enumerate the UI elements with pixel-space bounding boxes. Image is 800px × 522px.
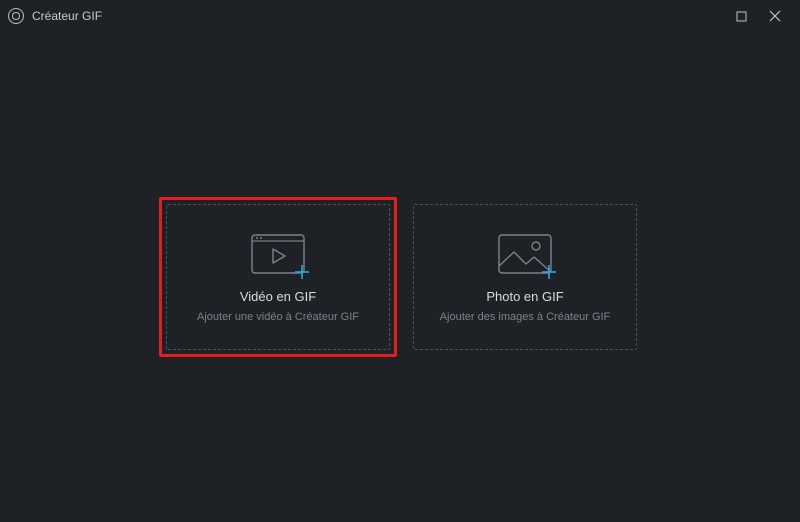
maximize-icon: [736, 11, 747, 22]
plus-icon: [540, 263, 558, 281]
video-card-title: Vidéo en GIF: [240, 289, 316, 304]
video-to-gif-card[interactable]: Vidéo en GIF Ajouter une vidéo à Créateu…: [166, 204, 390, 350]
photo-to-gif-card[interactable]: Photo en GIF Ajouter des images à Créate…: [413, 204, 637, 350]
video-card-highlight: Vidéo en GIF Ajouter une vidéo à Créateu…: [159, 197, 397, 357]
photo-card-title: Photo en GIF: [486, 289, 563, 304]
video-card-subtitle: Ajouter une vidéo à Créateur GIF: [197, 310, 359, 324]
window-title: Créateur GIF: [32, 9, 102, 23]
main-content: Vidéo en GIF Ajouter une vidéo à Créateu…: [0, 32, 800, 522]
photo-icon: [496, 231, 554, 277]
photo-card-subtitle: Ajouter des images à Créateur GIF: [440, 310, 611, 324]
close-button[interactable]: [758, 2, 792, 30]
plus-icon: [293, 263, 311, 281]
app-icon: [8, 8, 24, 24]
maximize-button[interactable]: [724, 2, 758, 30]
video-icon: [249, 231, 307, 277]
close-icon: [769, 10, 781, 22]
titlebar: Créateur GIF: [0, 0, 800, 32]
photo-card-wrap: Photo en GIF Ajouter des images à Créate…: [409, 200, 641, 354]
